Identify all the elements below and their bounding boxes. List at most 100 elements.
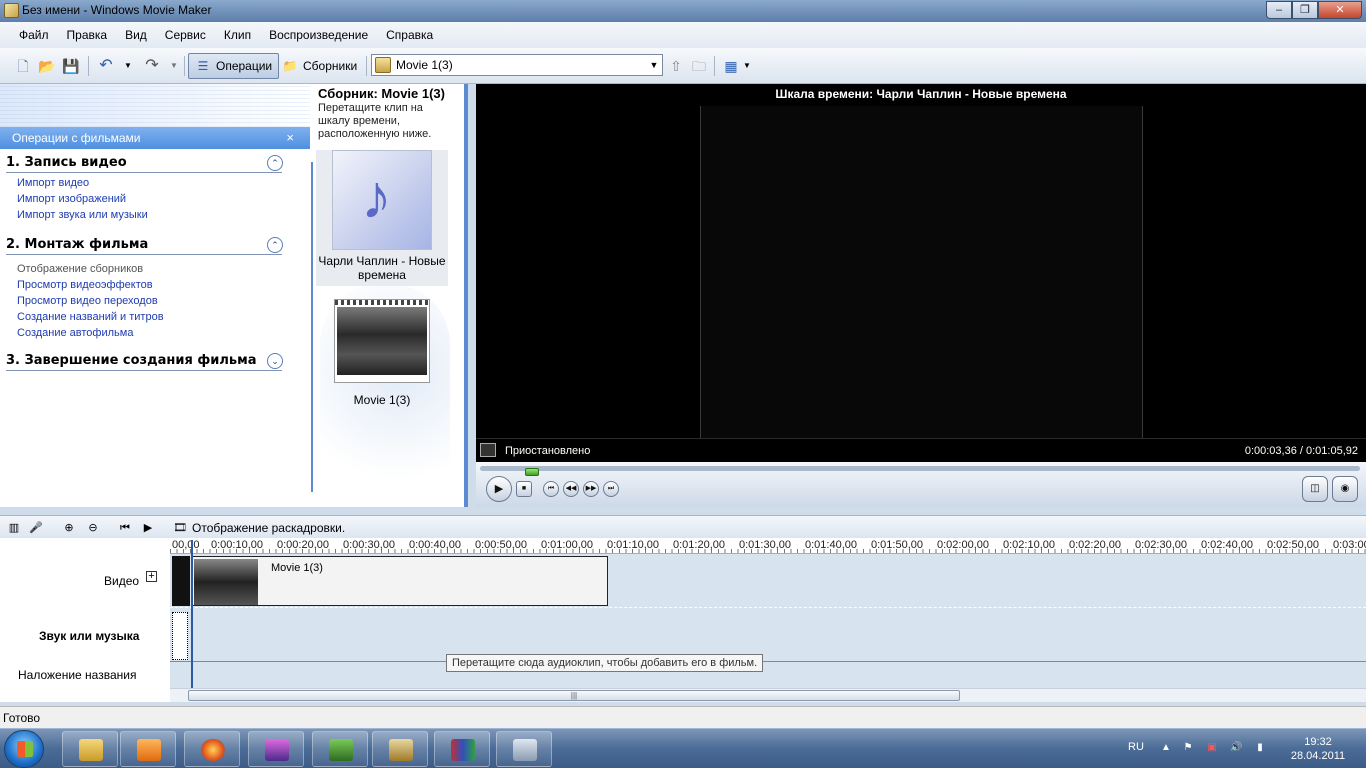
redo-icon[interactable]: ↷ bbox=[143, 57, 161, 75]
timeline-ruler[interactable]: 00,00 0:00:10,00 0:00:20,00 0:00:30,00 0:00:… bbox=[170, 538, 1366, 554]
taskbar-explorer[interactable] bbox=[62, 731, 118, 767]
power-icon[interactable]: ▣ bbox=[1206, 742, 1218, 754]
taskbar-media-player[interactable] bbox=[120, 731, 176, 767]
link-import-video[interactable]: Импорт видео bbox=[17, 177, 310, 193]
menu-help[interactable]: Справка bbox=[377, 28, 442, 42]
views-dropdown-icon[interactable]: ▼ bbox=[738, 57, 756, 75]
action-center-icon[interactable]: ⚑ bbox=[1182, 742, 1194, 754]
video-track[interactable]: Movie 1(3) bbox=[170, 554, 1366, 608]
section-title[interactable]: 1. Запись видео bbox=[6, 155, 282, 173]
new-project-icon[interactable]: 🗋 bbox=[14, 57, 32, 75]
collection-select[interactable]: Movie 1(3) ▼ bbox=[371, 54, 663, 76]
save-project-icon[interactable]: 💾 bbox=[62, 57, 80, 75]
section-capture: 1. Запись видео ⌃ bbox=[6, 155, 283, 173]
zoom-out-icon[interactable]: ⊖ bbox=[85, 520, 101, 536]
zoom-in-icon[interactable]: ⊕ bbox=[61, 520, 77, 536]
link-view-transitions[interactable]: Просмотр видео переходов bbox=[17, 295, 310, 311]
video-clip[interactable]: Movie 1(3) bbox=[192, 556, 608, 606]
movie-tasks-pane: Операции с фильмами × 1. Запись видео ⌃ … bbox=[0, 84, 310, 507]
audio-clip-marker[interactable] bbox=[172, 612, 188, 660]
taskbar-movie-maker-active[interactable] bbox=[372, 731, 428, 767]
film-icon bbox=[265, 739, 289, 761]
playhead[interactable] bbox=[191, 540, 193, 688]
expand-icon[interactable]: + bbox=[146, 571, 157, 582]
fullscreen-icon[interactable] bbox=[480, 443, 496, 457]
link-import-pictures[interactable]: Импорт изображений bbox=[17, 193, 310, 209]
collection-title: Сборник: Movie 1(3) bbox=[318, 86, 445, 101]
firefox-icon bbox=[201, 739, 225, 761]
play-icon[interactable]: ▶ bbox=[486, 476, 512, 502]
storyboard-view-icon[interactable]: 🎞 bbox=[172, 520, 188, 536]
taskbar-firefox[interactable] bbox=[184, 731, 240, 767]
collection-item-video[interactable]: Movie 1(3) bbox=[316, 299, 448, 407]
ruler-tick-label: 0:01:20,00 bbox=[673, 539, 725, 551]
play-timeline-icon[interactable]: ▶ bbox=[140, 520, 156, 536]
chevron-down-icon[interactable]: ⌄ bbox=[267, 353, 283, 369]
narrate-icon[interactable]: 🎤 bbox=[28, 520, 44, 536]
ruler-tick-label: 0:00:10,00 bbox=[211, 539, 263, 551]
take-picture-icon[interactable]: ◉ bbox=[1332, 476, 1358, 502]
seek-bar[interactable] bbox=[480, 466, 1360, 476]
clock[interactable]: 19:32 28.04.2011 bbox=[1286, 735, 1350, 763]
toolbar-separator bbox=[184, 56, 185, 76]
link-automovie[interactable]: Создание автофильма bbox=[17, 327, 310, 343]
next-frame-icon[interactable]: ⏭ bbox=[603, 481, 619, 497]
taskbar-movie-maker[interactable] bbox=[248, 731, 304, 767]
up-level-icon[interactable]: ⇧ bbox=[667, 57, 685, 75]
collection-hint: Перетащите клип на шкалу времени, распол… bbox=[318, 102, 432, 140]
menu-file[interactable]: Файл bbox=[10, 28, 58, 42]
link-make-titles[interactable]: Создание названий и титров bbox=[17, 311, 310, 327]
section-title[interactable]: 3. Завершение создания фильма bbox=[6, 353, 282, 371]
new-folder-icon[interactable]: 🗀 bbox=[690, 57, 708, 75]
volume-icon[interactable]: 🔊 bbox=[1230, 742, 1242, 754]
open-project-icon[interactable]: 📂 bbox=[38, 57, 56, 75]
scrollbar-thumb[interactable]: ||| bbox=[188, 690, 960, 701]
close-tasks-icon[interactable]: × bbox=[286, 130, 294, 145]
menu-view[interactable]: Вид bbox=[116, 28, 156, 42]
rewind-icon[interactable]: ◀◀ bbox=[563, 481, 579, 497]
rewind-timeline-icon[interactable]: ⏮ bbox=[117, 520, 133, 536]
redo-dropdown-icon[interactable]: ▼ bbox=[165, 57, 183, 75]
link-view-effects[interactable]: Просмотр видеоэффектов bbox=[17, 279, 310, 295]
seek-thumb[interactable] bbox=[525, 468, 539, 476]
minimize-button[interactable]: – bbox=[1266, 1, 1292, 19]
menu-tools[interactable]: Сервис bbox=[156, 28, 215, 42]
link-import-audio[interactable]: Импорт звука или музыки bbox=[17, 209, 310, 225]
timeline-scrollbar[interactable]: ||| bbox=[170, 688, 1366, 702]
section-title[interactable]: 2. Монтаж фильма bbox=[6, 237, 282, 255]
operations-button[interactable]: ☰ Операции bbox=[188, 53, 280, 79]
clock-time: 19:32 bbox=[1304, 736, 1332, 748]
start-button[interactable] bbox=[4, 730, 44, 768]
link-show-collections[interactable]: Отображение сборников bbox=[17, 263, 310, 279]
taskbar-camera-app[interactable] bbox=[496, 731, 552, 767]
network-icon[interactable]: ▮ bbox=[1254, 742, 1266, 754]
storyboard-icon[interactable]: ▥ bbox=[6, 520, 22, 536]
fast-forward-icon[interactable]: ▶▶ bbox=[583, 481, 599, 497]
tasks-header-title: Операции с фильмами bbox=[12, 131, 141, 145]
toolbar-separator bbox=[366, 56, 367, 76]
collections-button[interactable]: 📁 Сборники bbox=[276, 53, 363, 79]
split-clip-icon[interactable]: ◫ bbox=[1302, 476, 1328, 502]
show-storyboard-label[interactable]: Отображение раскадровки. bbox=[192, 521, 345, 535]
menu-play[interactable]: Воспроизведение bbox=[260, 28, 377, 42]
show-hidden-icons-icon[interactable]: ▲ bbox=[1160, 742, 1172, 754]
close-button[interactable]: ✕ bbox=[1318, 1, 1362, 19]
previous-frame-icon[interactable]: ⏮ bbox=[543, 481, 559, 497]
maximize-button[interactable]: ❐ bbox=[1292, 1, 1318, 19]
chevron-up-icon[interactable]: ⌃ bbox=[267, 237, 283, 253]
undo-dropdown-icon[interactable]: ▼ bbox=[119, 57, 137, 75]
chevron-down-icon[interactable]: ▼ bbox=[646, 55, 662, 75]
chevron-up-icon[interactable]: ⌃ bbox=[267, 155, 283, 171]
folder-icon: 📁 bbox=[282, 59, 298, 73]
collection-item-audio[interactable]: ♪ Чарли Чаплин - Новые времена bbox=[316, 150, 448, 286]
audio-track[interactable] bbox=[170, 608, 1366, 662]
taskbar-remote-desktop[interactable] bbox=[312, 731, 368, 767]
undo-icon[interactable]: ↶ bbox=[97, 57, 115, 75]
menu-clip[interactable]: Клип bbox=[215, 28, 260, 42]
taskbar-winrar[interactable] bbox=[434, 731, 490, 767]
menu-edit[interactable]: Правка bbox=[58, 28, 117, 42]
title-overlay-track[interactable] bbox=[170, 662, 1366, 688]
stop-icon[interactable]: ■ bbox=[516, 481, 532, 497]
media-player-icon bbox=[137, 739, 161, 761]
language-indicator[interactable]: RU bbox=[1128, 741, 1144, 753]
